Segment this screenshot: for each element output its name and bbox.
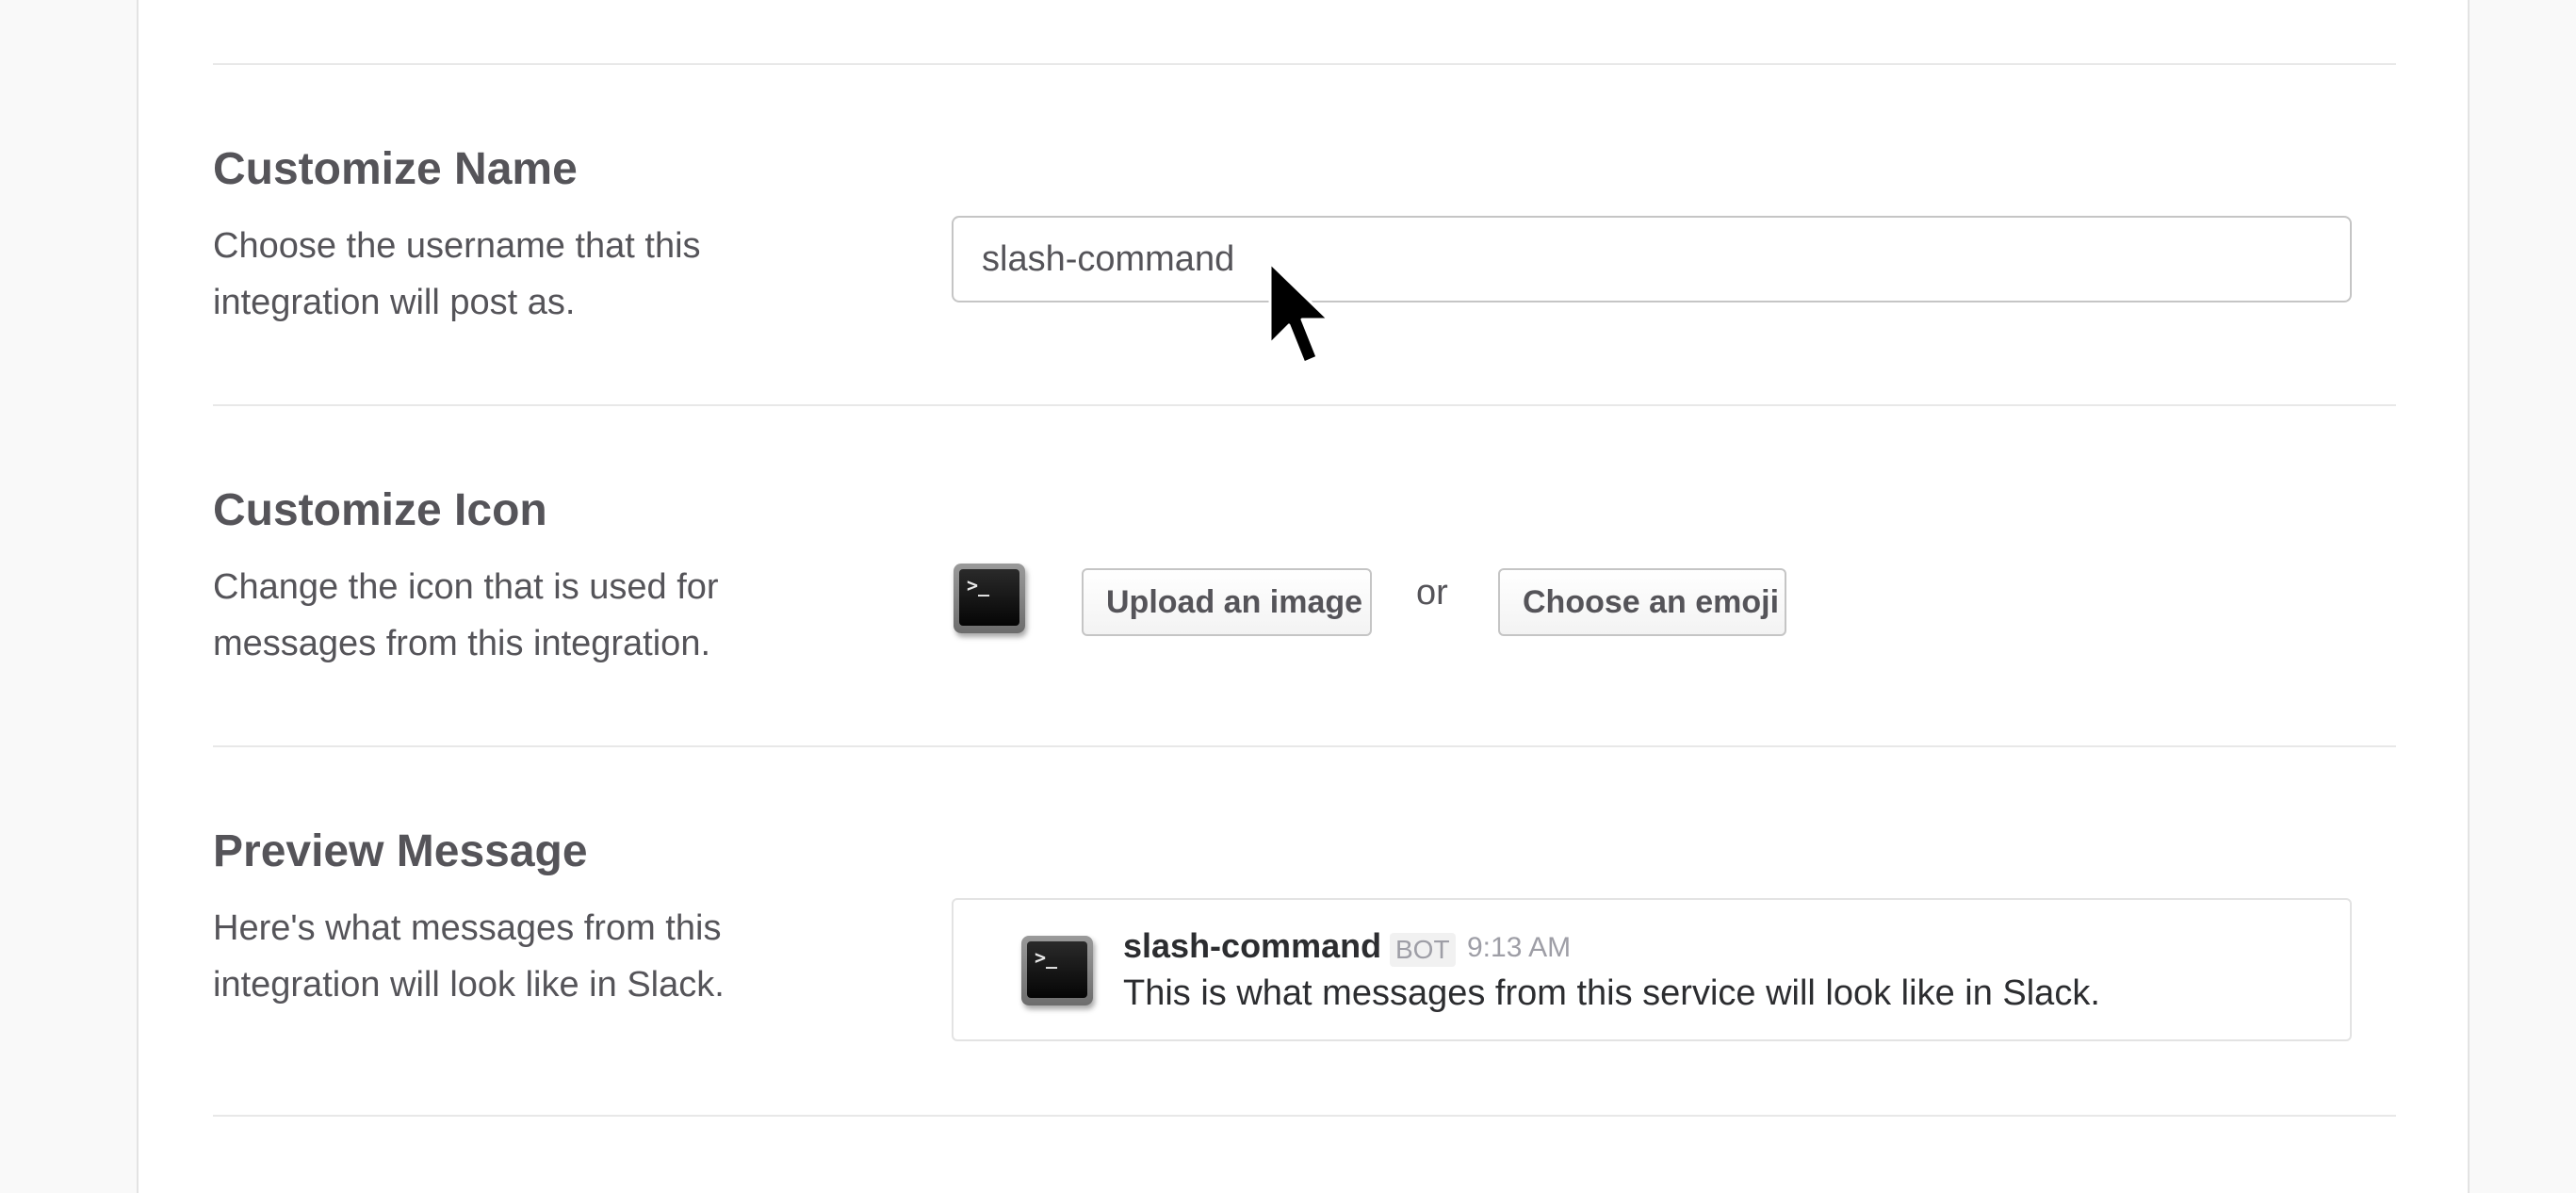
customize-icon-title: Customize Icon: [213, 485, 547, 535]
divider: [213, 745, 2396, 747]
bot-badge: BOT: [1390, 933, 1456, 967]
mouse-cursor-icon: [1268, 261, 1330, 365]
divider: [213, 63, 2396, 65]
preview-timestamp: 9:13 AM: [1467, 932, 1572, 963]
preview-username: slash-command: [1123, 926, 1382, 965]
message-preview: [952, 898, 2352, 1041]
preview-message-text: This is what messages from this service …: [1123, 973, 2100, 1013]
username-input[interactable]: [952, 216, 2352, 302]
upload-image-button[interactable]: Upload an image: [1082, 568, 1372, 636]
divider: [213, 404, 2396, 406]
customize-name-description: Choose the username that this integratio…: [213, 226, 701, 322]
terminal-icon: >_: [954, 564, 1025, 633]
preview-message-description: Here's what messages from this integrati…: [213, 908, 725, 1005]
divider: [213, 1115, 2396, 1117]
terminal-icon: >_: [1021, 936, 1093, 1005]
customize-name-title: Customize Name: [213, 144, 578, 194]
preview-message-title: Preview Message: [213, 826, 588, 876]
customize-icon-description: Change the icon that is used for message…: [213, 567, 719, 663]
terminal-prompt-glyph: >_: [967, 574, 990, 596]
or-separator: or: [1416, 573, 1448, 613]
terminal-prompt-glyph: >_: [1035, 946, 1058, 969]
choose-emoji-button[interactable]: Choose an emoji: [1498, 568, 1786, 636]
